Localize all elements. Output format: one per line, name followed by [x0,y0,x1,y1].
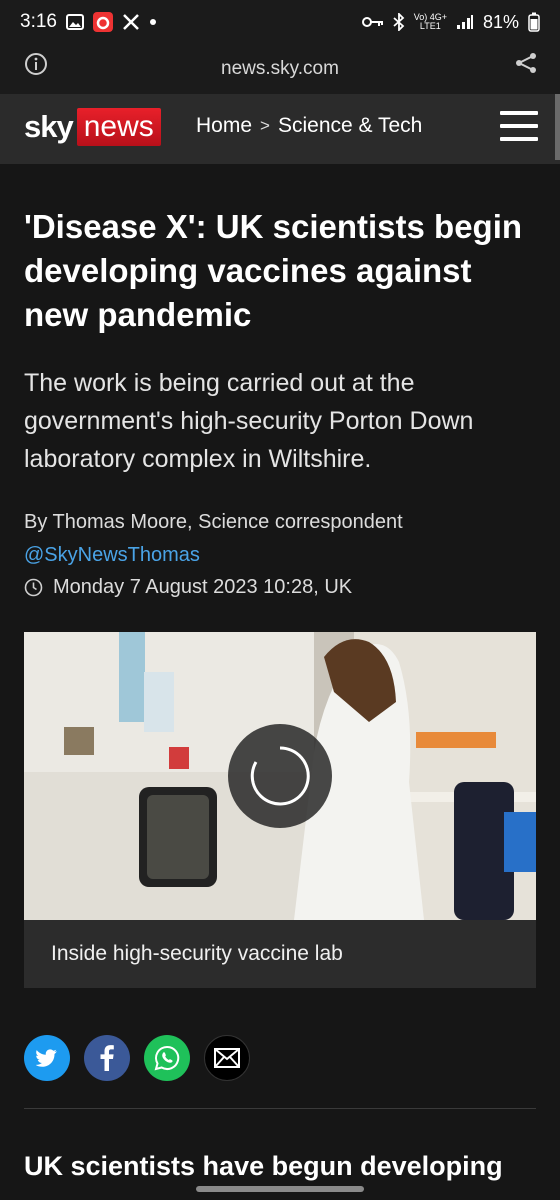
gallery-icon [65,14,84,30]
app-notification-icon [92,12,113,32]
article-body-first-line: UK scientists have begun developing [24,1151,503,1181]
twitter-icon [36,1049,57,1067]
whatsapp-icon [154,1045,180,1071]
url-text[interactable]: news.sky.com [0,58,560,80]
sky-news-logo[interactable]: sky news [24,107,161,147]
breadcrumb-separator: > [260,116,270,135]
scrollbar[interactable] [555,94,560,160]
email-icon [214,1048,240,1068]
media-caption-box: Inside high-security vaccine lab [24,920,536,988]
bluetooth-icon [393,13,405,31]
navigation-gesture-bar[interactable] [196,1186,364,1192]
twitter-share-button[interactable] [24,1035,70,1081]
breadcrumb-section[interactable]: Science & Tech [278,114,422,138]
key-icon [361,15,384,29]
x-icon [122,13,140,31]
article-dateline: Monday 7 August 2023 10:28, UK [24,576,352,599]
dot-icon [149,18,157,26]
loading-spinner-icon [228,724,332,828]
signal-icon [456,14,474,30]
share-icon[interactable] [514,51,538,75]
facebook-share-button[interactable] [84,1035,130,1081]
social-share-bar [24,1035,250,1081]
article-standfirst: The work is being carried out at the gov… [24,369,474,473]
author-byline: By Thomas Moore, Science correspondent [24,511,403,533]
network-type: Vo) 4G+ LTE1 [413,12,447,31]
menu-icon[interactable] [500,111,538,141]
publish-date: Monday 7 August 2023 10:28, UK [53,576,353,598]
video-player[interactable] [24,632,536,920]
browser-url-bar[interactable]: news.sky.com [0,44,560,94]
article-headline: 'Disease X': UK scientists begin develop… [24,208,523,333]
media-caption: Inside high-security vaccine lab [51,942,343,965]
status-bar: 3:16 Vo) 4G+ LTE1 81% [0,0,560,44]
whatsapp-share-button[interactable] [144,1035,190,1081]
breadcrumb-home[interactable]: Home [196,114,252,138]
battery-icon [528,12,540,32]
status-time: 3:16 [20,11,57,32]
breadcrumb: Home > Science & Tech [196,114,422,138]
site-header: sky news Home > Science & Tech [0,94,560,164]
author-twitter-link[interactable]: @SkyNewsThomas [24,544,200,567]
facebook-icon [100,1045,114,1071]
clock-icon [24,578,43,597]
battery-level: 81% [482,11,519,32]
section-divider [24,1108,536,1109]
email-share-button[interactable] [204,1035,250,1081]
